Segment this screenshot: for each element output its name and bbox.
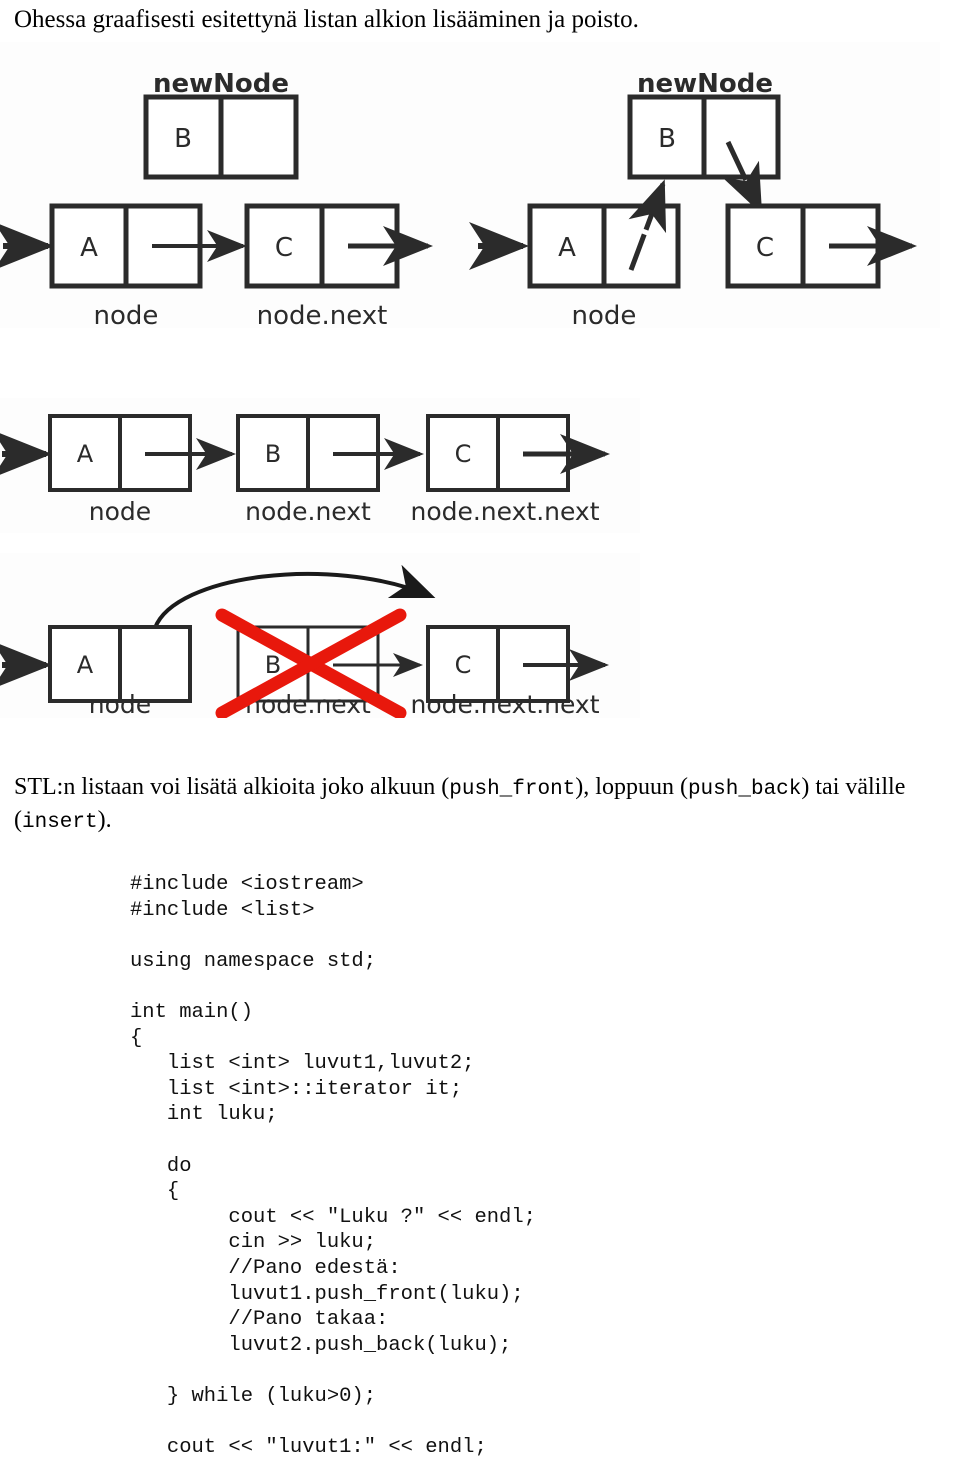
body-paragraph: STL:n listaan voi lisätä alkioita joko a… (14, 772, 948, 838)
node-c-value-three: C (455, 440, 472, 468)
newnode-box-right: B (627, 94, 781, 180)
code-line: int luku; (130, 1103, 278, 1127)
code-line: int main() (130, 1000, 254, 1024)
code-line: list <int> luvut1,luvut2; (130, 1052, 475, 1076)
code-push-front: push_front (449, 778, 576, 801)
node-a-box-right: A (527, 203, 681, 289)
node-a-value-left: A (80, 233, 98, 263)
node-a-label-left: node (94, 301, 159, 328)
figure-list-three-nodes: A B C node node.next node.next.next (0, 398, 640, 533)
node-b-label-three: node.next (245, 497, 371, 526)
code-line: using namespace std; (130, 949, 377, 973)
body-text-part3: ) (801, 774, 810, 800)
code-line: luvut2.push_back(luku); (130, 1333, 512, 1357)
code-line: luvut1.push_front(luku); (130, 1282, 524, 1306)
body-text-part5: ). (97, 807, 112, 833)
node-c-label-delete: node.next.next (410, 690, 599, 718)
node-c-value-right: C (756, 233, 774, 263)
figure-node-insertion: newNode B A C node node.next newNode B A… (0, 42, 940, 328)
code-line: #include <iostream> (130, 873, 364, 896)
code-line: //Pano edestä: (130, 1256, 401, 1280)
node-c-value-delete: C (455, 651, 472, 679)
code-line: list <int>::iterator it; (130, 1077, 463, 1101)
code-listing: #include <iostream> #include <list> using… (130, 872, 930, 1461)
node-b-value-three: B (265, 440, 281, 468)
code-line: { (130, 1026, 143, 1050)
code-push-back: push_back (687, 778, 802, 801)
newnode-box-left: B (143, 94, 299, 180)
code-line: cin >> luku; (130, 1231, 377, 1255)
newnode-value-right: B (658, 124, 676, 154)
node-a-label-delete: node (89, 690, 151, 718)
code-line: } while (luku>0); (130, 1384, 377, 1408)
intro-paragraph: Ohessa graafisesti esitettynä listan alk… (14, 6, 639, 33)
code-line: #include <list> (130, 898, 315, 922)
node-c-value-left: C (275, 233, 293, 263)
code-insert: insert (22, 811, 98, 834)
node-a-label-right: node (572, 301, 637, 328)
node-a-value-right: A (558, 233, 576, 263)
node-a-value-three: A (77, 440, 94, 468)
node-c-label-left: node.next (257, 301, 388, 328)
code-line: //Pano takaa: (130, 1308, 389, 1332)
code-line: cout << "Luku ?" << endl; (130, 1205, 536, 1229)
node-a-label-three: node (89, 497, 151, 526)
body-text-part2: ), loppuun ( (575, 774, 688, 800)
body-text-part1: STL:n listaan voi lisätä alkioita joko a… (14, 774, 450, 800)
node-a-value-delete: A (77, 651, 94, 679)
node-c-label-three: node.next.next (410, 497, 599, 526)
newnode-value-left: B (174, 124, 192, 154)
code-line: do (130, 1154, 192, 1178)
code-line: cout << "luvut1:" << endl; (130, 1436, 487, 1460)
document-page: Ohessa graafisesti esitettynä listan alk… (0, 0, 960, 1461)
code-line: { (130, 1180, 180, 1204)
figure-list-deletion: A B C node node.next node.next.next (0, 553, 640, 718)
